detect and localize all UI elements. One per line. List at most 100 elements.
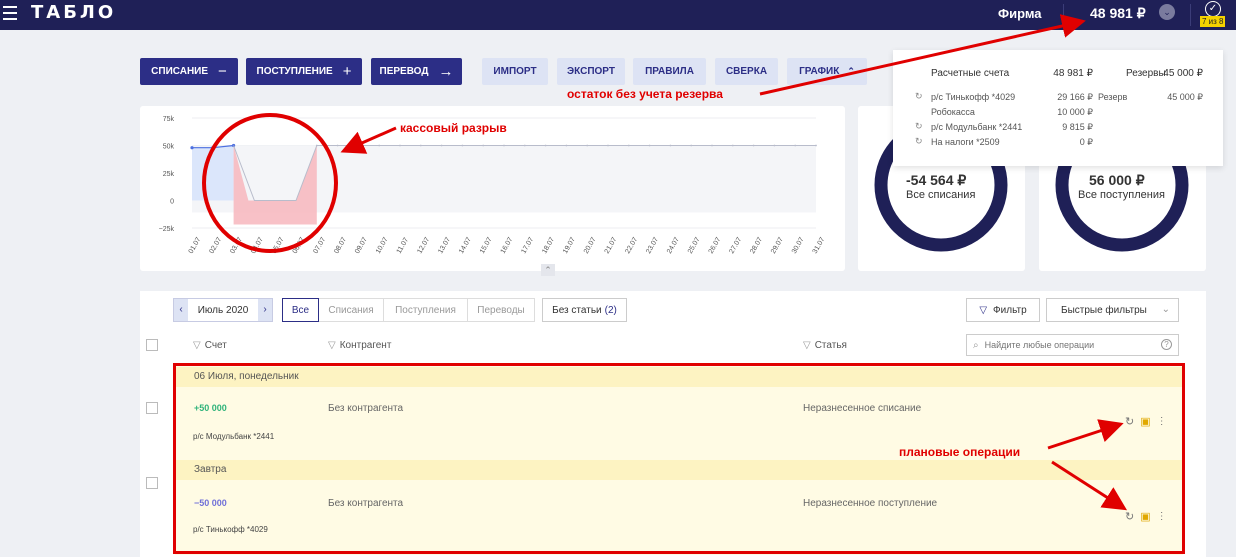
x-tick-label: 14.07: [458, 236, 473, 255]
incomes-value: 56 000 ₽: [1089, 172, 1145, 188]
tab-all[interactable]: Все: [282, 298, 319, 322]
balance-total[interactable]: 48 981 ₽: [1090, 5, 1146, 22]
accounts-total: 48 981 ₽: [1053, 68, 1093, 79]
planned-point: [565, 144, 568, 147]
import-button[interactable]: ИМПОРТ: [482, 58, 548, 85]
transfer-label: ПЕРЕВОД: [379, 66, 429, 77]
tab-transfers[interactable]: Переводы: [468, 298, 535, 322]
account-name[interactable]: Робокасса: [931, 107, 975, 117]
filter-icon: ▽: [328, 340, 336, 351]
balance-annotation: остаток без учета резерва: [567, 87, 723, 101]
month-switcher: ‹ Июль 2020 ›: [173, 298, 273, 322]
reserve-name[interactable]: Резерв: [1098, 92, 1127, 102]
filter-icon: ▽: [979, 304, 988, 316]
search-field: ⌕ ?: [966, 334, 1179, 356]
planned-point: [815, 144, 817, 147]
planned-point: [378, 144, 381, 147]
company-name[interactable]: Фирма: [998, 6, 1042, 21]
planned-point: [586, 144, 589, 147]
search-input[interactable]: [984, 340, 1145, 350]
chevron-up-icon: ⌃: [847, 66, 855, 76]
x-tick-label: 05.07: [271, 236, 286, 255]
app-logo[interactable]: ТАБЛО: [31, 2, 116, 23]
planned-point: [731, 144, 734, 147]
balance-popup: Расчетные счета 48 981 ₽ Резервы 45 000 …: [893, 50, 1223, 166]
menu-icon[interactable]: [3, 6, 17, 20]
tab-incomes[interactable]: Поступления: [384, 298, 468, 322]
chevron-left-icon[interactable]: ‹: [174, 299, 188, 321]
account-amount: 0 ₽: [1079, 137, 1093, 147]
x-tick-label: 24.07: [666, 236, 681, 255]
no-article-label: Без статьи: [552, 304, 602, 316]
divider: [1063, 4, 1064, 26]
row-checkbox[interactable]: [146, 402, 158, 414]
x-tick-label: 29.07: [770, 236, 785, 255]
planned-point: [711, 144, 713, 147]
planned-point: [482, 144, 485, 147]
no-article-button[interactable]: Без статьи (2): [542, 298, 627, 322]
writeoff-button[interactable]: СПИСАНИЕ −: [140, 58, 238, 85]
x-tick-label: 23.07: [645, 236, 660, 255]
export-button[interactable]: ЭКСПОРТ: [557, 58, 625, 85]
x-tick-label: 27.07: [728, 236, 743, 255]
quick-filters-select[interactable]: Быстрые фильтры ⌄: [1046, 298, 1179, 322]
actual-point: [211, 146, 215, 150]
row-checkbox[interactable]: [146, 477, 158, 489]
y-tick-label: 50k: [163, 144, 175, 151]
column-article-label: Статья: [814, 340, 847, 351]
x-tick-label: 13.07: [437, 236, 452, 255]
planned-point: [544, 144, 547, 147]
x-tick-label: 30.07: [791, 236, 806, 255]
account-name[interactable]: На налоги *2509: [931, 137, 1000, 147]
tab-writeoffs[interactable]: Списания: [319, 298, 384, 322]
y-tick-label: 25k: [163, 171, 175, 178]
planned-point: [669, 144, 672, 147]
rules-button[interactable]: ПРАВИЛА: [633, 58, 706, 85]
help-icon[interactable]: ?: [1161, 339, 1172, 350]
x-tick-label: 25.07: [687, 236, 702, 255]
reconcile-button[interactable]: СВЕРКА: [715, 58, 778, 85]
collapse-chart-button[interactable]: ⌃: [541, 264, 555, 276]
column-account[interactable]: ▽ Счет: [193, 340, 227, 351]
account-amount: 9 815 ₽: [1062, 122, 1093, 132]
x-tick-label: 31.07: [812, 236, 827, 255]
transfer-button[interactable]: ПЕРЕВОД →: [371, 58, 462, 85]
tasks-check-icon[interactable]: ✓: [1205, 1, 1221, 17]
minus-icon: −: [218, 63, 227, 80]
planned-point: [315, 144, 318, 147]
x-tick-label: 01.07: [188, 236, 203, 255]
sync-icon: ↻: [915, 136, 923, 146]
month-label[interactable]: Июль 2020: [188, 305, 258, 316]
planned-ops-annotation: плановые операции: [899, 445, 1021, 459]
chevron-down-icon[interactable]: ⌄: [1159, 4, 1175, 20]
accounts-label: Расчетные счета: [931, 68, 1010, 79]
account-name[interactable]: р/с Тинькофф *4029: [931, 92, 1015, 102]
filter-icon: ▽: [803, 340, 811, 351]
select-all-checkbox[interactable]: [146, 339, 158, 351]
plus-icon: +: [342, 63, 352, 80]
arrow-right-icon: →: [438, 63, 454, 80]
planned-point: [523, 144, 526, 147]
planned-point: [419, 144, 422, 147]
no-article-count: (2): [604, 304, 617, 316]
income-button[interactable]: ПОСТУПЛЕНИЕ +: [246, 58, 362, 85]
planned-ops-highlight: [173, 363, 1185, 554]
planned-point: [773, 144, 776, 147]
column-counterparty[interactable]: ▽ Контрагент: [328, 340, 391, 351]
chevron-right-icon[interactable]: ›: [258, 299, 272, 321]
planned-point: [336, 144, 339, 147]
x-tick-label: 02.07: [208, 236, 223, 255]
filter-button[interactable]: ▽ Фильтр: [966, 298, 1040, 322]
column-article[interactable]: ▽ Статья: [803, 340, 847, 351]
account-name[interactable]: р/с Модульбанк *2441: [931, 122, 1022, 132]
planned-point: [752, 144, 755, 147]
chevron-down-icon: ⌄: [1161, 304, 1170, 315]
x-tick-label: 07.07: [312, 236, 327, 255]
reserves-total: 45 000 ₽: [1163, 68, 1203, 79]
x-tick-label: 17.07: [520, 236, 535, 255]
x-tick-label: 06.07: [292, 236, 307, 255]
filter-label: Фильтр: [993, 304, 1027, 316]
top-bar: ТАБЛО Фирма 48 981 ₽ ⌄ ✓ 7 из 8: [0, 0, 1236, 30]
x-tick-label: 12.07: [416, 236, 431, 255]
graph-button[interactable]: ГРАФИК ⌃: [787, 58, 867, 85]
